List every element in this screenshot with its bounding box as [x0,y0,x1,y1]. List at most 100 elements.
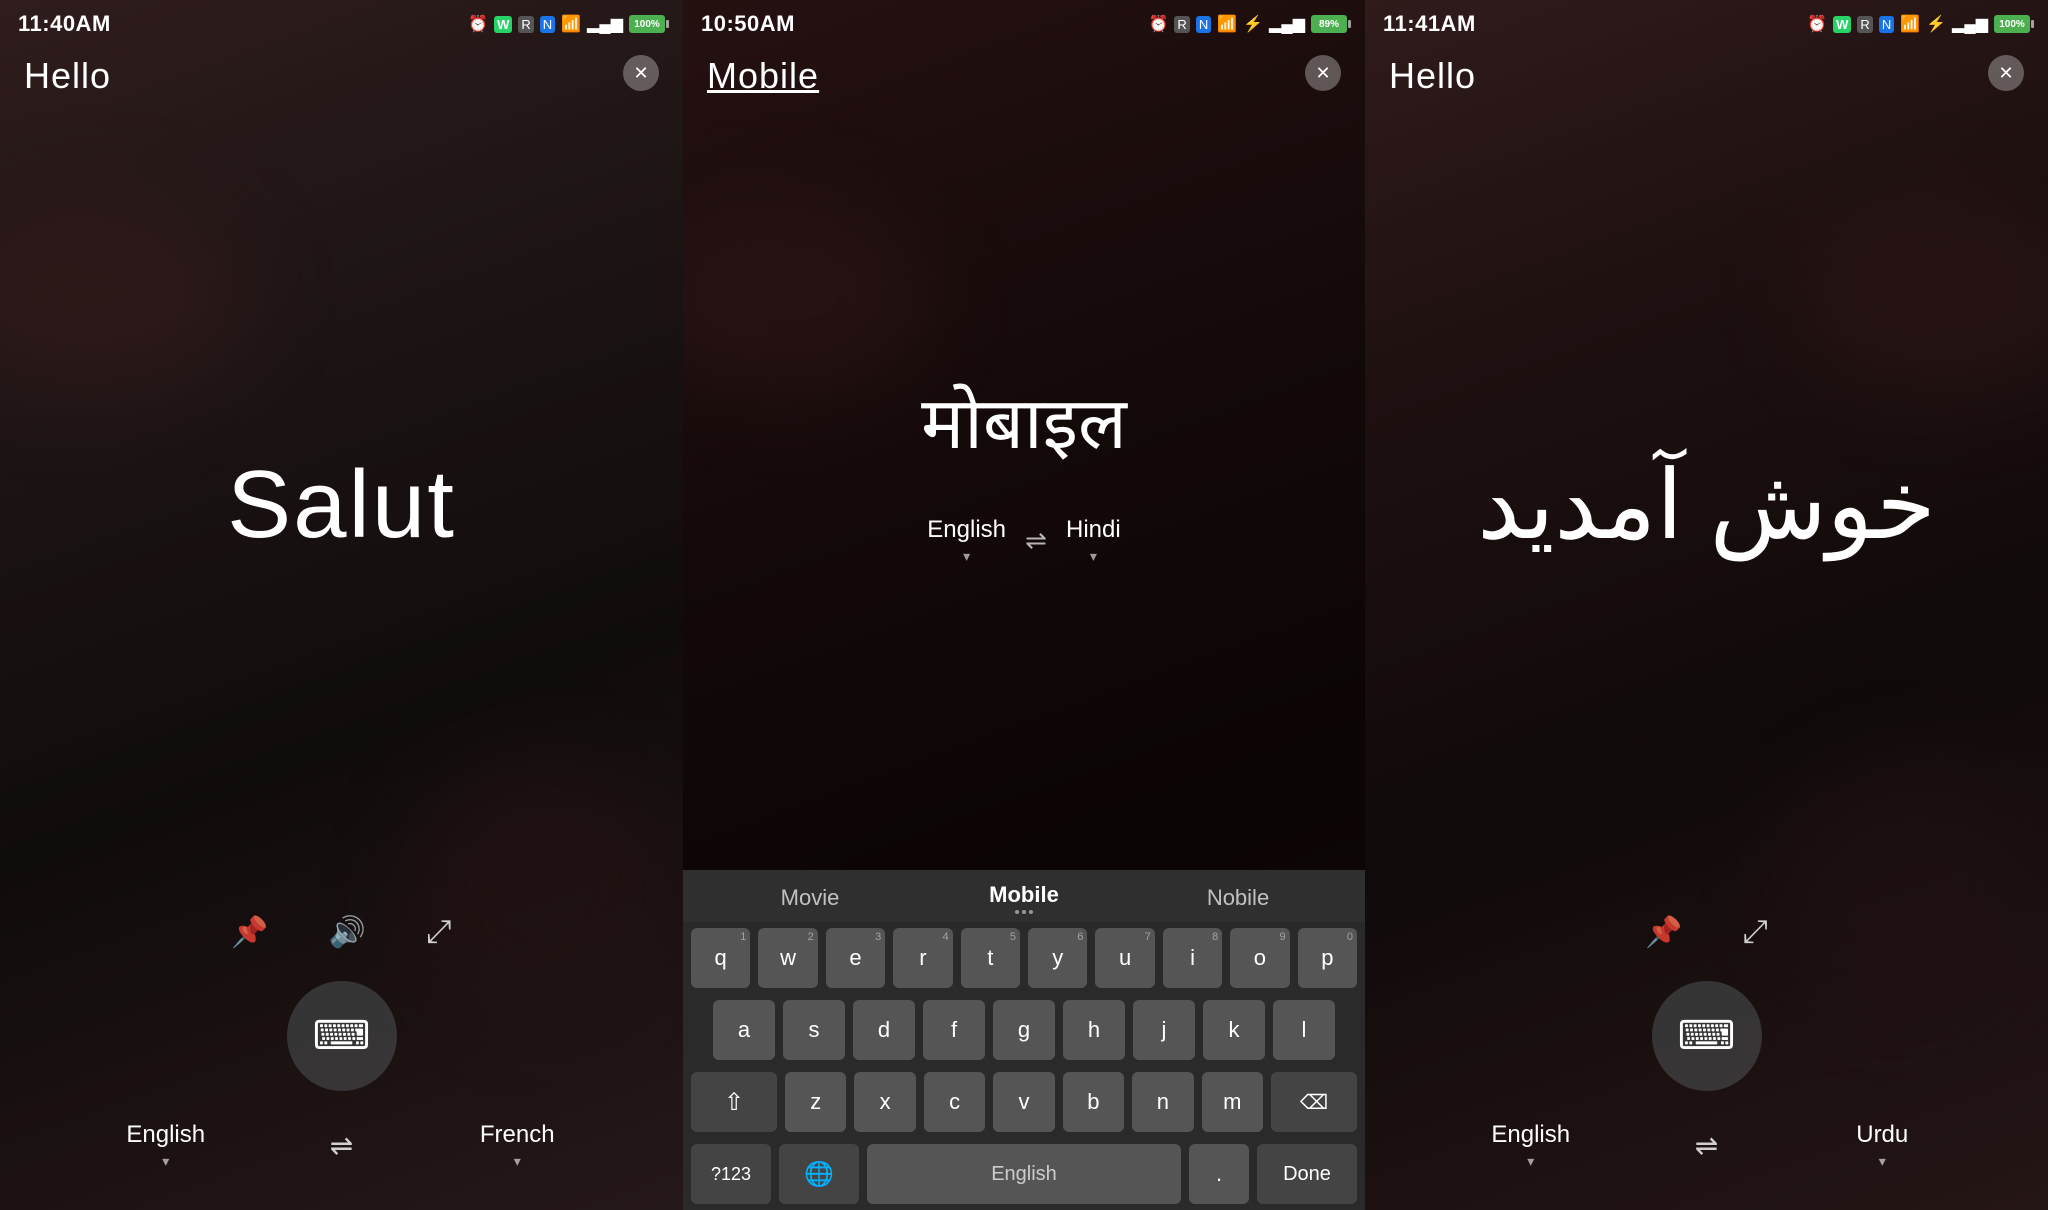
middle-target-lang[interactable]: Hindi ▾ [1066,516,1121,565]
key-w[interactable]: 2w [758,928,817,988]
status-time-middle: 10:50AM [701,11,795,37]
autocomplete-words-row: Movie Mobile Nobile [683,878,1365,918]
middle-target-lang-name: Hindi [1066,516,1121,544]
right-target-lang[interactable]: Urdu ▾ [1737,1121,2029,1170]
volume-icon[interactable]: 🔊 [329,915,366,950]
wifi-icon-m: 📶 [1217,14,1237,34]
expand-icon[interactable]: ⤢ [426,913,452,951]
left-close-button[interactable]: ✕ [623,55,659,91]
middle-lang-swap[interactable]: ⇌ [1006,525,1066,556]
expand-icon-right[interactable]: ⤢ [1742,913,1768,951]
autocomplete-indicator [1015,910,1033,914]
battery-right: 100% [1994,15,2030,33]
space-key[interactable]: English [867,1144,1181,1204]
right-source-lang-name: English [1491,1121,1570,1149]
nums-key[interactable]: ?123 [691,1144,771,1204]
right-lang-swap[interactable]: ⇌ [1677,1129,1737,1162]
right-close-button[interactable]: ✕ [1988,55,2024,91]
key-l[interactable]: l [1273,1000,1335,1060]
left-translation-text: Salut [227,450,456,560]
signal-bars-left: ▂▄▆ [587,14,623,34]
wifi-icon-r: 📶 [1900,14,1920,34]
status-bar-left: 11:40AM ⏰ W R N 📶 ▂▄▆ 100% [0,0,683,48]
key-u[interactable]: 7u [1095,928,1154,988]
left-source-lang-name: English [126,1121,205,1149]
right-panel: 11:41AM ⏰ W R N 📶 ⚡ ▂▄▆ 100% Hello ✕ خوش… [1365,0,2048,1210]
period-key[interactable]: . [1189,1144,1249,1204]
autocomplete-word-0[interactable]: Movie [703,885,917,911]
swap-icon-left: ⇌ [330,1130,353,1161]
alarm-icon-m: ⏰ [1149,14,1169,34]
key-b[interactable]: b [1063,1072,1124,1132]
keyboard-icon-left: ⌨ [313,1013,371,1059]
n-icon: N [540,16,555,33]
key-k[interactable]: k [1203,1000,1265,1060]
right-source-lang-arrow: ▾ [1527,1153,1534,1170]
left-target-lang-name: French [480,1121,555,1149]
charge-icon-m: ⚡ [1243,14,1263,34]
key-r[interactable]: 4r [893,928,952,988]
autocomplete-word-1[interactable]: Mobile [989,882,1059,908]
done-key[interactable]: Done [1257,1144,1357,1204]
status-icons-right: ⏰ W R N 📶 ⚡ ▂▄▆ 100% [1807,14,2030,34]
left-lang-swap[interactable]: ⇌ [312,1129,372,1162]
shift-key[interactable]: ⇧ [691,1072,777,1132]
key-d[interactable]: d [853,1000,915,1060]
key-o[interactable]: 9o [1230,928,1289,988]
middle-lang-bar: English ▾ ⇌ Hindi ▾ [907,500,1140,575]
n-icon-r: N [1879,16,1894,33]
whatsapp-icon: W [494,16,512,33]
n-icon-m: N [1196,16,1211,33]
key-e[interactable]: 3e [826,928,885,988]
autocomplete-active-container: Mobile [917,882,1131,914]
right-action-icons: 📌 ⤢ [1365,913,2048,951]
key-f[interactable]: f [923,1000,985,1060]
middle-close-button[interactable]: ✕ [1305,55,1341,91]
key-n[interactable]: n [1132,1072,1193,1132]
swap-icon-middle: ⇌ [1025,525,1047,555]
key-p[interactable]: 0p [1298,928,1357,988]
key-c[interactable]: c [924,1072,985,1132]
left-header-title: Hello [24,55,111,97]
status-bar-middle: 10:50AM ⏰ R N 📶 ⚡ ▂▄▆ 89% [683,0,1365,48]
globe-key[interactable]: 🌐 [779,1144,859,1204]
pin-icon-right[interactable]: 📌 [1645,915,1682,950]
keyboard-area: 1q 2w 3e 4r 5t 6y 7u 8i 9o 0p a s d f g … [683,922,1365,1210]
status-time-right: 11:41AM [1383,11,1476,37]
right-source-lang[interactable]: English ▾ [1385,1121,1677,1170]
pin-icon[interactable]: 📌 [231,915,268,950]
keyboard-row-4: ?123 🌐 English . Done [683,1138,1365,1210]
key-v[interactable]: v [993,1072,1054,1132]
key-q[interactable]: 1q [691,928,750,988]
key-i[interactable]: 8i [1163,928,1222,988]
key-x[interactable]: x [854,1072,915,1132]
key-a[interactable]: a [713,1000,775,1060]
status-time-left: 11:40AM [18,11,111,37]
right-main-area: خوش آمدید [1365,97,2048,913]
key-s[interactable]: s [783,1000,845,1060]
left-source-lang-arrow: ▾ [162,1153,169,1170]
left-target-lang[interactable]: French ▾ [372,1121,664,1170]
r-icon-m: R [1174,16,1189,33]
key-j[interactable]: j [1133,1000,1195,1060]
left-main-area: Salut [0,97,683,913]
key-g[interactable]: g [993,1000,1055,1060]
key-m[interactable]: m [1202,1072,1263,1132]
middle-source-lang[interactable]: English ▾ [927,516,1006,565]
backspace-key[interactable]: ⌫ [1271,1072,1357,1132]
right-target-lang-arrow: ▾ [1879,1153,1886,1170]
status-icons-left: ⏰ W R N 📶 ▂▄▆ 100% [468,14,665,34]
left-source-lang[interactable]: English ▾ [20,1121,312,1170]
key-h[interactable]: h [1063,1000,1125,1060]
keyboard-button-right[interactable]: ⌨ [1652,981,1762,1091]
alarm-icon-r: ⏰ [1807,14,1827,34]
autocomplete-word-2[interactable]: Nobile [1131,885,1345,911]
key-t[interactable]: 5t [961,928,1020,988]
left-lang-bar: English ▾ ⇌ French ▾ [0,1121,683,1170]
right-panel-bottom: 📌 ⤢ ⌨ English ▾ ⇌ Urdu ▾ [1365,913,2048,1210]
signal-bars-m: ▂▄▆ [1269,14,1305,34]
keyboard-button-left[interactable]: ⌨ [287,981,397,1091]
key-y[interactable]: 6y [1028,928,1087,988]
swap-icon-right: ⇌ [1695,1130,1718,1161]
key-z[interactable]: z [785,1072,846,1132]
